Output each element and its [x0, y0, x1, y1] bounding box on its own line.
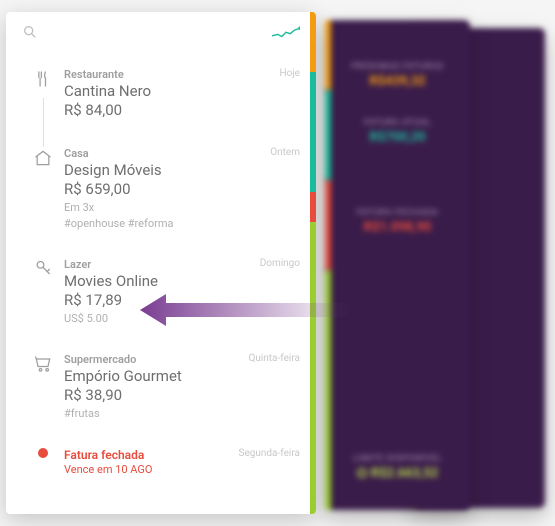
transaction-title: Movies Online: [64, 272, 242, 290]
header: [6, 12, 316, 50]
transaction-amount: R$ 38,90: [64, 386, 242, 404]
transaction-category: Lazer: [64, 258, 242, 271]
transaction-amount: R$ 17,89: [64, 291, 242, 309]
transaction-category: Restaurante: [64, 68, 242, 81]
transaction-day: Domingo: [242, 258, 300, 325]
transaction-category: Supermercado: [64, 353, 242, 366]
transaction-row[interactable]: CasaDesign MóveisR$ 659,00 Em 3x #openhous…: [22, 133, 300, 244]
transaction-tags: #openhouse #reforma: [64, 217, 242, 230]
transaction-meta: Em 3x: [64, 201, 242, 214]
transaction-category: Casa: [64, 147, 242, 160]
transaction-feed: RestauranteCantina NeroR$ 84,00HojeCasaD…: [6, 50, 316, 490]
transaction-row[interactable]: RestauranteCantina NeroR$ 84,00Hoje: [22, 54, 300, 133]
leisure-icon: [32, 258, 54, 280]
transaction-day: Quinta-feira: [242, 353, 300, 420]
transaction-amount: R$ 659,00: [64, 180, 242, 198]
transactions-card: RestauranteCantina NeroR$ 84,00HojeCasaD…: [6, 12, 316, 514]
summary-card-1: PRÓXIMAS FATURASR$439,32FATURA ATUALR$70…: [325, 20, 470, 510]
home-icon: [32, 147, 54, 169]
transaction-title: Design Móveis: [64, 161, 242, 179]
bill-closed-row[interactable]: Fatura fechadaVence em 10 AGOSegunda-fei…: [22, 434, 300, 490]
bill-day: Segunda-feira: [239, 448, 300, 476]
chart-icon[interactable]: [272, 25, 300, 44]
search-icon[interactable]: [22, 24, 38, 44]
transaction-row[interactable]: LazerMovies OnlineR$ 17,89 US$ 5.00Doming…: [22, 244, 300, 339]
status-dot-icon: [38, 448, 48, 458]
bill-closed-title: Fatura fechada: [64, 448, 239, 462]
transaction-title: Empório Gourmet: [64, 367, 242, 385]
transaction-row[interactable]: SupermercadoEmpório GourmetR$ 38,90 #frut…: [22, 339, 300, 434]
transaction-meta: US$ 5.00: [64, 312, 242, 325]
bill-due: Vence em 10 AGO: [64, 463, 239, 476]
transaction-tags: #frutas: [64, 407, 242, 420]
transaction-day: Ontem: [242, 147, 300, 230]
transaction-amount: R$ 84,00: [64, 101, 242, 119]
transaction-title: Cantina Nero: [64, 82, 242, 100]
cart-icon: [32, 353, 54, 375]
transaction-day: Hoje: [242, 68, 300, 119]
restaurant-icon: [32, 68, 54, 90]
